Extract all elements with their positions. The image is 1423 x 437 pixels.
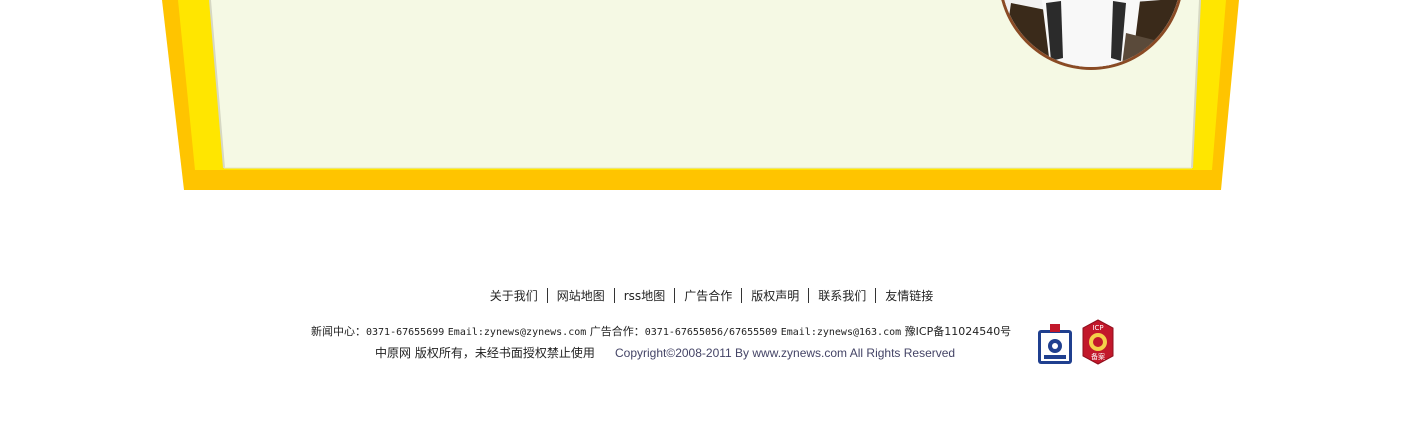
news-center-label: 新闻中心：: [311, 325, 366, 338]
icp-badge-bottom-text: 备案: [1091, 352, 1105, 361]
nav-sitemap-link[interactable]: 网站地图: [548, 289, 614, 303]
frame-graphic: [162, 0, 1239, 190]
icp-badge-icon[interactable]: ICP 备案: [1080, 318, 1116, 370]
contact-info: 新闻中心：0371-67655699 Email:zynews@zynews.c…: [311, 324, 1011, 341]
ad-label: 广告合作：: [589, 325, 645, 338]
nav-about-link[interactable]: 关于我们: [481, 289, 547, 303]
icp-badge-top-text: ICP: [1092, 324, 1103, 332]
person-photo: [998, 0, 1184, 70]
icp-number[interactable]: 豫ICP备11024540号: [905, 325, 1012, 338]
nav-rss-link[interactable]: rss地图: [615, 289, 674, 303]
ad-email: Email:zynews@163.com: [780, 327, 902, 338]
ad-phone: 0371-67655056/67655509: [644, 327, 778, 338]
nav-copyright-link[interactable]: 版权声明: [742, 289, 808, 303]
police-badge-icon[interactable]: [1036, 322, 1074, 370]
footer-nav: 关于我们 网站地图 rss地图 广告合作 版权声明 联系我们 友情链接: [0, 287, 1423, 305]
content-frame: [0, 0, 1423, 200]
rights-notice: 中原网 版权所有，未经书面授权禁止使用: [375, 346, 595, 360]
nav-friend-links-link[interactable]: 友情链接: [876, 289, 942, 303]
nav-advertise-link[interactable]: 广告合作: [675, 289, 741, 303]
nav-contact-link[interactable]: 联系我们: [809, 289, 875, 303]
copyright-text: Copyright©2008-2011 By www.zynews.com Al…: [615, 346, 956, 360]
news-email: Email:zynews@zynews.com: [447, 327, 587, 338]
news-phone: 0371-67655699: [366, 327, 445, 338]
